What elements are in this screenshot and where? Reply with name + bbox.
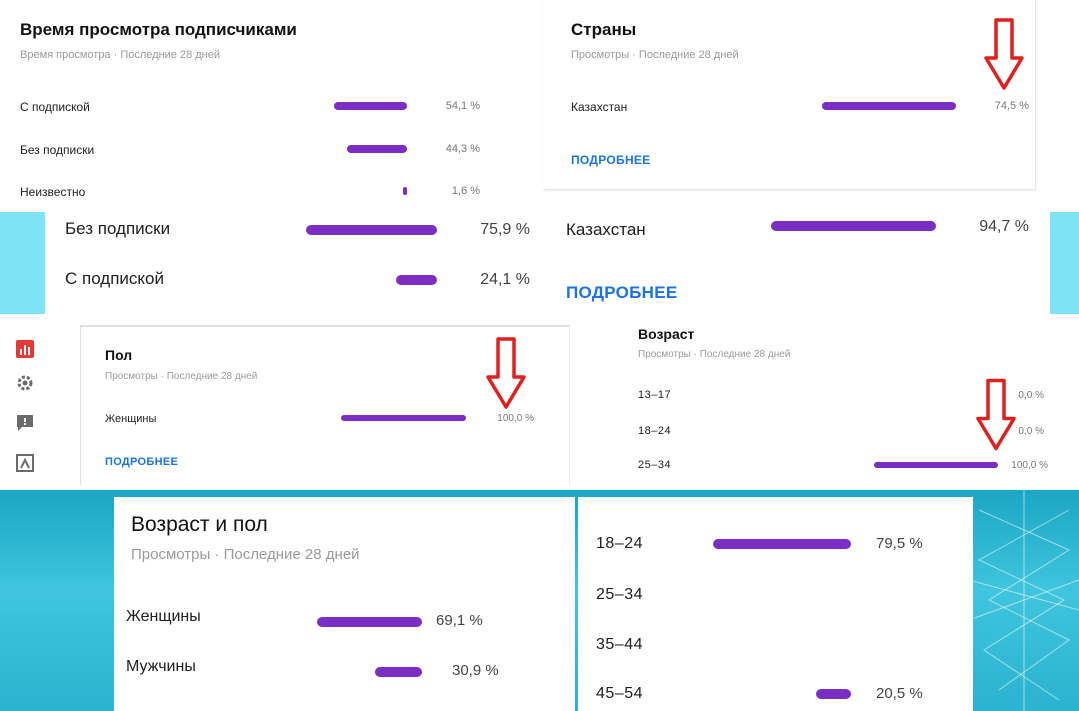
row-bar [771,221,936,231]
row-label: С подпиской [65,269,164,288]
row-label: 18–24 [638,425,672,437]
row-value: 100,0 % [1011,460,1048,471]
red-down-arrow-icon [976,378,1016,451]
row-value: 30,9 % [452,662,499,679]
feedback-icon[interactable] [14,412,36,434]
more-details-link[interactable]: ПОДРОБНЕЕ [566,283,678,303]
row-label: Мужчины [126,658,196,675]
row-bar [713,539,851,549]
row-value: 20,5 % [876,685,923,702]
card-title: Страны [571,20,637,39]
row-label: Женщины [105,413,157,425]
red-down-arrow-icon [984,18,1024,90]
card-subtitle: Просмотры · Последние 28 дней [131,546,360,563]
row-bar [333,102,407,110]
watch-time-subscribers-card: Время просмотра подписчиками Время просм… [0,0,515,212]
row-label: С подпиской [20,100,90,114]
more-details-link[interactable]: ПОДРОБНЕЕ [105,456,178,468]
row-label: 18–24 [596,535,643,552]
countries-card-zoomed: Казахстан 94,7 % ПОДРОБНЕЕ [544,212,1050,314]
row-value: 79,5 % [876,535,923,552]
row-bar [375,667,422,677]
row-bar [316,617,422,627]
row-label: 35–44 [596,636,643,653]
row-value: 44,3 % [445,143,480,155]
row-bar [306,225,437,235]
row-label: 25–34 [596,586,643,603]
row-value: 24,1 % [480,271,530,288]
card-title: Время просмотра подписчиками [20,20,297,39]
settings-gear-icon[interactable] [14,372,36,394]
age-gender-card-continued: 18–24 79,5 % 25–34 35–44 45–54 20,5 % [578,497,973,711]
row-value: 100,0 % [497,413,534,424]
row-label: 45–54 [596,685,643,702]
card-subtitle: Просмотры · Последние 28 дней [571,49,739,61]
subscribers-card-zoomed: Без подписки 75,9 % С подпиской 24,1 % [45,212,544,314]
card-title: Возраст и пол [131,513,268,536]
card-subtitle: Просмотры · Последние 28 дней [638,349,791,360]
row-bar [815,689,851,699]
red-down-arrow-icon [486,337,526,409]
row-label: Без подписки [65,219,171,238]
row-bar [341,415,466,421]
row-value: 75,9 % [480,221,530,238]
row-value: 94,7 % [979,218,1029,235]
row-bar [403,187,407,195]
age-gender-card: Возраст и пол Просмотры · Последние 28 д… [114,497,575,711]
row-bar [347,145,407,153]
card-subtitle: Просмотры · Последние 28 дней [105,371,258,382]
card-subtitle: Время просмотра · Последние 28 дней [20,49,221,61]
row-bar [395,275,437,285]
row-value: 54,1 % [445,100,480,112]
row-label: Казахстан [571,100,628,114]
wireframe-structure-decoration [969,490,1079,711]
card-title: Пол [105,347,133,363]
card-title: Возраст [638,326,695,342]
audio-library-icon[interactable] [14,452,36,474]
row-label: 13–17 [638,389,672,401]
analytics-icon[interactable] [14,338,36,360]
countries-card: Страны Просмотры · Последние 28 дней Каз… [543,0,1036,190]
studio-sidebar [0,320,55,490]
row-label: Без подписки [20,143,95,157]
row-label: Казахстан [566,220,646,239]
row-value: 69,1 % [436,612,483,629]
row-label: 25–34 [638,459,672,471]
row-value: 74,5 % [994,100,1029,112]
more-details-link[interactable]: ПОДРОБНЕЕ [571,153,651,167]
row-bar [874,462,998,468]
row-label: Неизвестно [20,185,86,199]
row-value: 1,6 % [451,185,480,197]
row-bar [821,102,956,110]
row-label: Женщины [126,608,201,625]
